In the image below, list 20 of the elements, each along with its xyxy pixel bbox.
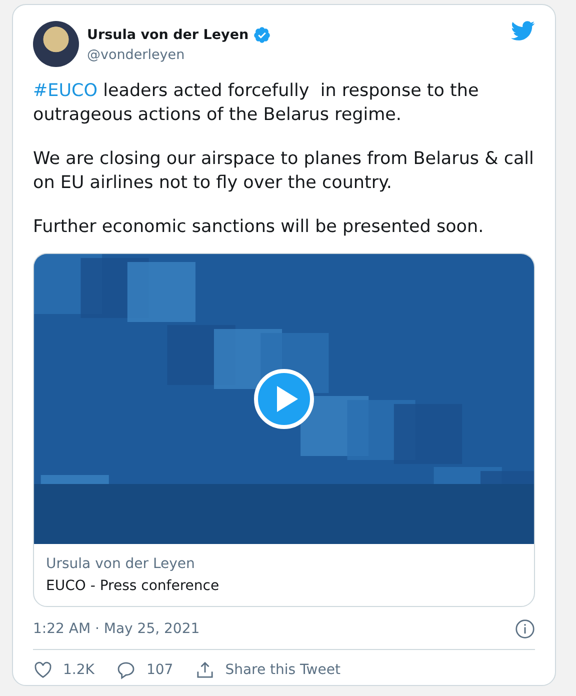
avatar[interactable] bbox=[33, 21, 79, 67]
tweet-text: Further economic sanctions will be presented soon. bbox=[33, 216, 485, 239]
tweet-text: We are closing our airspace to planes from Belarus & call on EU airlines not to fly over the country. bbox=[33, 148, 535, 195]
timestamp-link[interactable]: 1:22 AM · May 25, 2021 bbox=[33, 621, 200, 637]
share-icon bbox=[195, 660, 216, 680]
play-button[interactable] bbox=[254, 369, 314, 429]
hashtag-link[interactable]: #EUCO bbox=[33, 81, 98, 101]
reply-button[interactable]: 107 bbox=[116, 660, 174, 680]
like-button[interactable]: 1.2K bbox=[33, 660, 94, 680]
video-title: EUCO - Press conference bbox=[46, 578, 220, 594]
heart-icon bbox=[33, 660, 53, 680]
video-source: Ursula von der Leyen bbox=[46, 556, 196, 572]
info-icon[interactable] bbox=[515, 619, 535, 639]
author-handle[interactable]: @vonderleyen bbox=[87, 46, 503, 62]
tweet-text: #EUCO leaders acted forcefully in response to the outrageous actions of the Belarus regime. bbox=[33, 80, 480, 127]
video-card[interactable]: Ursula von der Leyen EUCO - Press conference bbox=[33, 253, 535, 607]
author-name[interactable]: Ursula von der Leyen bbox=[87, 26, 249, 42]
speech-bubble-icon bbox=[116, 660, 136, 680]
share-button[interactable]: Share this Tweet bbox=[195, 660, 340, 680]
bird-logo-icon[interactable] bbox=[511, 21, 535, 41]
